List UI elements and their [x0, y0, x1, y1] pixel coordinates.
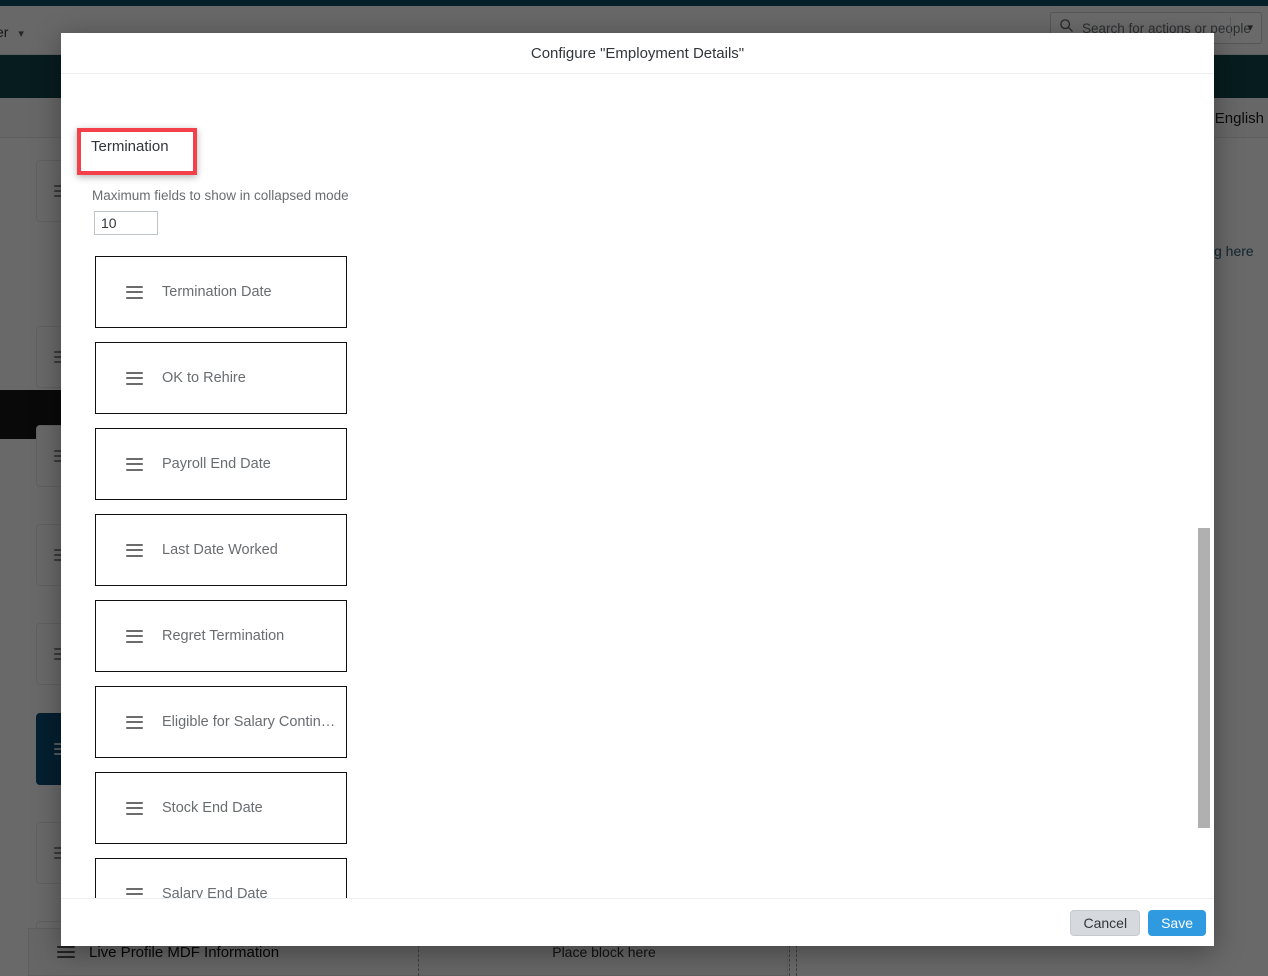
field-label: Payroll End Date [162, 456, 271, 472]
configure-dialog: Configure "Employment Details" Terminati… [61, 33, 1214, 946]
field-label: Last Date Worked [162, 542, 278, 558]
field-label: Eligible for Salary Continu… [162, 714, 337, 730]
save-button[interactable]: Save [1148, 909, 1206, 936]
group-title: Termination [77, 128, 191, 165]
dialog-body: Termination Maximum fields to show in co… [61, 74, 1214, 898]
drag-handle-icon[interactable] [126, 887, 143, 899]
field-list-item[interactable]: Regret Termination [95, 600, 347, 672]
field-label: OK to Rehire [162, 370, 246, 386]
drag-handle-icon[interactable] [126, 371, 143, 385]
fields-list: Termination Date OK to Rehire Payroll En… [95, 256, 347, 898]
max-fields-label: Maximum fields to show in collapsed mode [92, 188, 349, 203]
group-title-container: Termination [77, 128, 191, 165]
dialog-header: Configure "Employment Details" [61, 33, 1214, 74]
drag-handle-icon[interactable] [126, 801, 143, 815]
dialog-title: Configure "Employment Details" [530, 44, 745, 62]
dialog-scrollbar-track[interactable] [1198, 74, 1212, 898]
max-fields-input[interactable] [94, 211, 158, 235]
screen: …er ▾ Search for actions or people ▾ Eng… [0, 0, 1268, 976]
field-list-item[interactable]: OK to Rehire [95, 342, 347, 414]
field-label: Salary End Date [162, 886, 268, 898]
field-list-item[interactable]: Stock End Date [95, 772, 347, 844]
field-list-item[interactable]: Last Date Worked [95, 514, 347, 586]
cancel-button[interactable]: Cancel [1070, 909, 1141, 936]
field-list-item[interactable]: Termination Date [95, 256, 347, 328]
dialog-scrollbar-thumb[interactable] [1198, 528, 1210, 828]
drag-handle-icon[interactable] [126, 457, 143, 471]
drag-handle-icon[interactable] [126, 543, 143, 557]
drag-handle-icon[interactable] [126, 715, 143, 729]
field-list-item[interactable]: Eligible for Salary Continu… [95, 686, 347, 758]
dialog-footer: Cancel Save [61, 898, 1214, 946]
drag-handle-icon[interactable] [126, 629, 143, 643]
field-label: Regret Termination [162, 628, 285, 644]
field-list-item[interactable]: Salary End Date [95, 858, 347, 898]
field-label: Termination Date [162, 284, 272, 300]
drag-handle-icon[interactable] [126, 285, 143, 299]
field-list-item[interactable]: Payroll End Date [95, 428, 347, 500]
field-label: Stock End Date [162, 800, 263, 816]
